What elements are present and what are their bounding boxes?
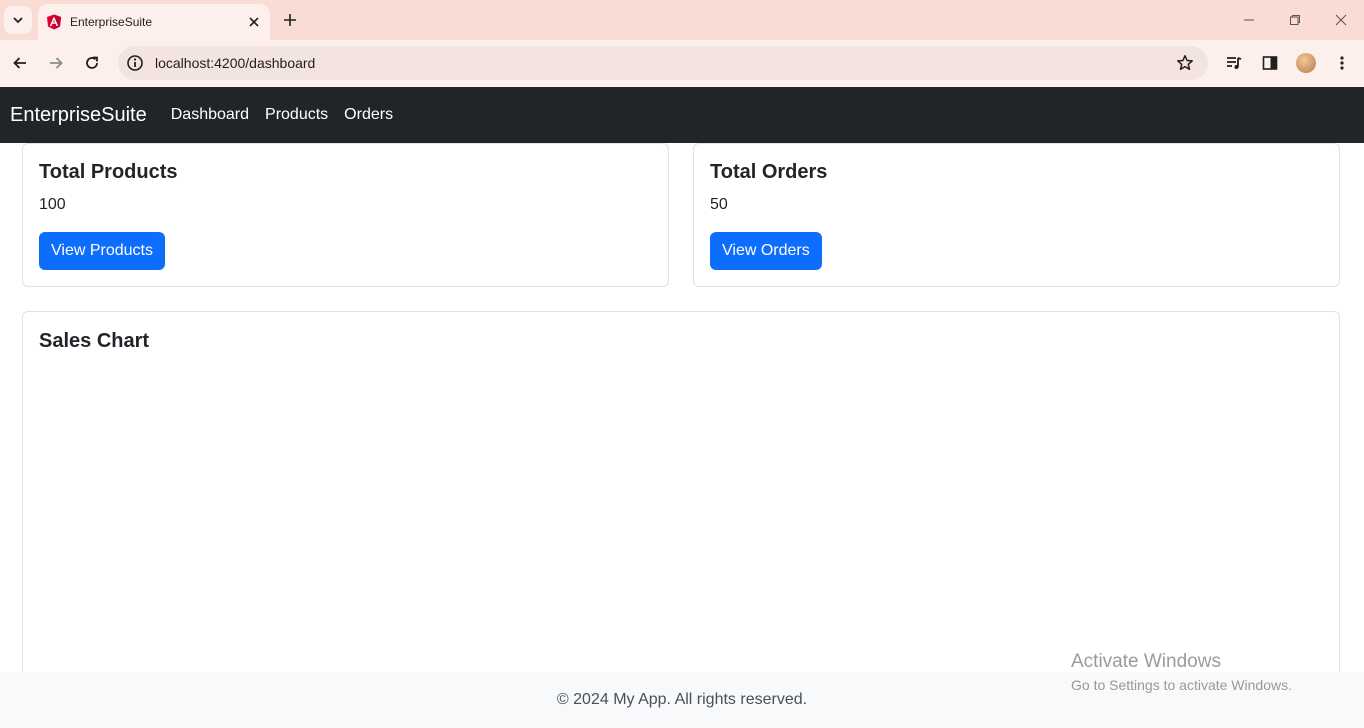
side-panel-icon[interactable] [1257, 50, 1283, 76]
watermark-subtitle: Go to Settings to activate Windows. [1071, 677, 1292, 693]
tab-search-icon[interactable] [4, 6, 32, 34]
forward-icon[interactable] [43, 50, 69, 76]
address-bar[interactable]: localhost:4200/dashboard [118, 46, 1208, 80]
menu-icon[interactable] [1329, 50, 1355, 76]
view-products-button[interactable]: View Products [39, 232, 165, 270]
media-icon[interactable] [1221, 50, 1247, 76]
orders-count: 50 [710, 196, 728, 213]
footer-text: © 2024 My App. All rights reserved. [556, 691, 808, 708]
angular-favicon-icon [46, 14, 62, 30]
url-text[interactable]: localhost:4200/dashboard [155, 55, 1174, 71]
close-icon[interactable] [242, 10, 266, 34]
browser-tabstrip: EnterpriseSuite [0, 0, 1364, 40]
watermark-title: Activate Windows [1071, 651, 1221, 672]
navbar-brand[interactable]: EnterpriseSuite [10, 104, 147, 127]
tab-title: EnterpriseSuite [70, 15, 153, 29]
nav-link-orders[interactable]: Orders [344, 106, 393, 124]
restore-icon[interactable] [1283, 8, 1307, 32]
site-info-icon[interactable] [126, 54, 144, 72]
products-count: 100 [39, 196, 66, 213]
card-title: Sales Chart [39, 330, 150, 352]
view-orders-button[interactable]: View Orders [710, 232, 822, 270]
browser-tab[interactable]: EnterpriseSuite [38, 4, 270, 40]
card-title: Total Products [39, 161, 178, 183]
card-title: Total Orders [710, 161, 828, 183]
minimize-icon[interactable] [1237, 8, 1261, 32]
star-icon[interactable] [1174, 52, 1196, 74]
reload-icon[interactable] [79, 50, 105, 76]
browser-toolbar: localhost:4200/dashboard [0, 40, 1364, 87]
activation-watermark: Activate Windows Go to Settings to activ… [1071, 651, 1292, 693]
sales-chart-area [39, 368, 1323, 694]
app-navbar: EnterpriseSuite Dashboard Products Order… [0, 87, 1364, 143]
plus-icon[interactable] [278, 8, 302, 32]
total-products-card: Total Products 100 View Products [22, 143, 669, 287]
total-orders-card: Total Orders 50 View Orders [693, 143, 1340, 287]
window-close-icon[interactable] [1329, 8, 1353, 32]
profile-avatar[interactable] [1293, 50, 1319, 76]
nav-link-dashboard[interactable]: Dashboard [171, 106, 249, 124]
back-icon[interactable] [7, 50, 33, 76]
nav-link-products[interactable]: Products [265, 106, 328, 124]
